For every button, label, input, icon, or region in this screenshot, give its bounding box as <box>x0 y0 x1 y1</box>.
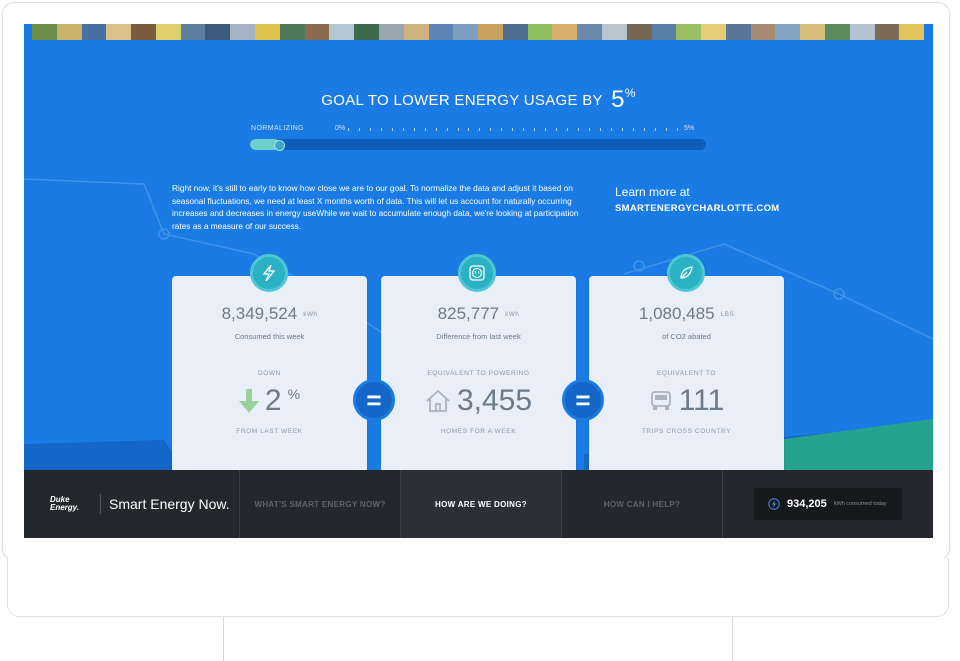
lightning-icon <box>250 254 288 292</box>
progress-tick <box>610 128 612 131</box>
progress-tick <box>358 128 360 131</box>
car-icon <box>650 391 671 410</box>
progress-tick <box>402 128 404 131</box>
card-caption-bottom: HOMES FOR A WEEK <box>440 428 517 435</box>
goal-unit: % <box>624 86 636 100</box>
progress-tick <box>545 128 547 131</box>
learn-more-label: Learn more at <box>615 185 690 199</box>
progress-tick <box>391 128 393 131</box>
progress-tick <box>348 128 349 131</box>
learn-more[interactable]: Learn more at SMARTENERGYCHARLOTTE.COM <box>615 185 779 214</box>
kiosk-leg-left <box>223 617 224 661</box>
learn-more-link[interactable]: SMARTENERGYCHARLOTTE.COM <box>615 203 779 214</box>
progress-tick <box>556 128 558 131</box>
ticker-unit: kWh consumed today <box>833 501 887 507</box>
progress-tick <box>523 128 525 131</box>
card-caption-top: DOWN <box>258 370 281 377</box>
bottom-nav-bar: Duke Energy. Smart Energy Now. WHAT'S SM… <box>24 470 933 538</box>
progress-tick <box>457 128 459 131</box>
card-big-number: 111 <box>678 384 725 417</box>
outlet-icon <box>458 254 496 292</box>
card-caption-bottom: TRIPS CROSS COUNTRY <box>641 428 732 435</box>
goal-value: 5 <box>611 86 625 113</box>
lightning-icon <box>768 498 780 510</box>
progress-tick <box>424 128 426 131</box>
progress-tick <box>665 128 667 131</box>
equals-sign: = <box>353 379 395 421</box>
progress-knob <box>274 140 285 151</box>
card-value-number: 825,777 <box>437 304 500 323</box>
card-big-stat: 3,455 <box>381 384 576 418</box>
progress-tick <box>621 128 623 131</box>
card-big-number: 3,455 <box>456 384 533 417</box>
brand-name: Smart Energy Now. <box>109 496 230 512</box>
duke-energy-logo: Duke Energy. <box>50 495 80 512</box>
consumption-ticker: 934,205 kWh consumed today <box>754 488 902 520</box>
progress-tick <box>413 128 415 131</box>
card-value-number: 8,349,524 <box>221 304 298 323</box>
card-subtitle: Difference from last week <box>436 332 521 341</box>
progress-start-label: 0% <box>335 125 346 132</box>
stat-card-co2: 1,080,485 LBS of CO2 abated EQUIVALENT TO… <box>589 276 784 476</box>
card-caption-top: EQUIVALENT TO POWERING <box>427 370 530 377</box>
progress-ticks <box>348 128 678 131</box>
progress-tick <box>632 128 634 131</box>
progress-end-label: 5% <box>684 125 695 132</box>
card-value-number: 1,080,485 <box>638 304 715 323</box>
leaf-icon <box>667 254 705 292</box>
card-value-unit: kWh <box>505 311 520 318</box>
goal-title: GOAL TO LOWER ENERGY USAGE BY 5% <box>24 86 933 114</box>
ticker-area: 934,205 kWh consumed today <box>723 470 933 538</box>
progress-tick <box>643 128 645 131</box>
stat-card-difference: 825,777 kWh Difference from last week EQU… <box>381 276 576 476</box>
card-value-unit: LBS <box>720 311 735 318</box>
progress-tick <box>534 128 536 131</box>
progress-tick <box>501 128 503 131</box>
brand-divider <box>100 494 101 514</box>
progress-tick <box>468 128 470 131</box>
card-value-unit: kWh <box>303 311 318 318</box>
progress-bar <box>250 139 706 151</box>
house-icon <box>426 389 450 412</box>
nav-item-how-can-i-help[interactable]: HOW CAN I HELP? <box>562 470 723 538</box>
kiosk-leg-right <box>732 617 733 661</box>
card-value: 825,777 kWh <box>381 304 576 324</box>
progress-tick <box>512 128 514 131</box>
brand[interactable]: Duke Energy. Smart Energy Now. <box>24 470 240 538</box>
progress-tick <box>578 128 580 131</box>
progress-tick <box>599 128 601 131</box>
card-big-stat: 2% <box>172 384 367 418</box>
intro-paragraph: Right now, it's still to early to know h… <box>172 183 579 231</box>
ticker-value: 934,205 <box>787 498 827 510</box>
card-caption-top: EQUIVALENT TO <box>657 370 716 377</box>
progress-tick <box>369 128 371 131</box>
nav-item-how-are-we-doing[interactable]: HOW ARE WE DOING? <box>401 470 562 538</box>
progress-tick <box>380 128 382 131</box>
card-caption-bottom: FROM LAST WEEK <box>236 428 303 435</box>
dashboard-screen: GOAL TO LOWER ENERGY USAGE BY 5% NORMALI… <box>24 24 933 538</box>
card-subtitle: of CO2 abated <box>662 332 711 341</box>
goal-title-text: GOAL TO LOWER ENERGY USAGE BY <box>321 92 603 109</box>
nav-item-whats-smart-energy[interactable]: WHAT'S SMART ENERGY NOW? <box>240 470 401 538</box>
card-value: 1,080,485 LBS <box>589 304 784 324</box>
card-big-number: 2 <box>264 384 282 417</box>
progress-label: NORMALIZING <box>251 125 305 132</box>
progress-tick <box>588 128 590 131</box>
card-value: 8,349,524 kWh <box>172 304 367 324</box>
progress-tick <box>490 128 492 131</box>
down-arrow-icon <box>238 389 259 413</box>
stat-card-consumption: 8,349,524 kWh Consumed this week DOWN 2% … <box>172 276 367 476</box>
progress-tick <box>676 128 678 131</box>
card-subtitle: Consumed this week <box>234 332 305 341</box>
progress-tick <box>446 128 448 131</box>
equals-sign: = <box>562 379 604 421</box>
progress-tick <box>479 128 481 131</box>
card-big-stat: 111 <box>589 384 784 418</box>
progress-tick <box>654 128 656 131</box>
card-big-unit: % <box>287 386 301 402</box>
progress-tick <box>567 128 569 131</box>
kiosk-base <box>7 558 949 617</box>
progress-tick <box>435 128 437 131</box>
